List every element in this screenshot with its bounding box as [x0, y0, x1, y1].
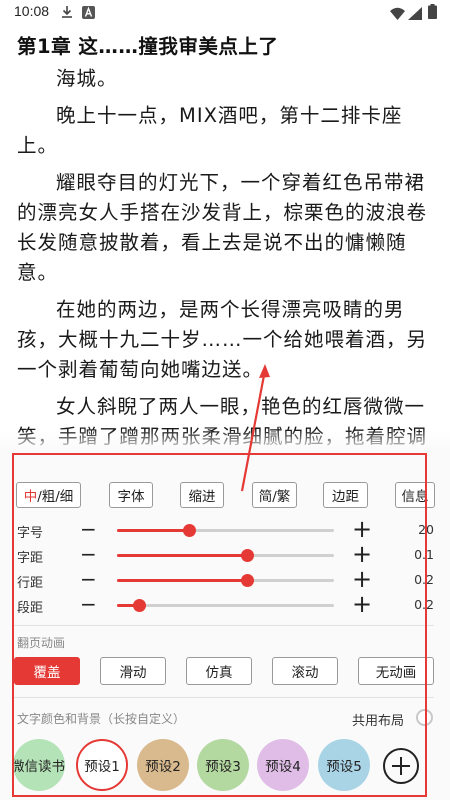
divider: [12, 625, 434, 626]
preset-label: 预设4: [265, 759, 301, 775]
slider-value: 0.2: [414, 572, 434, 587]
add-preset-button[interactable]: [383, 748, 419, 784]
divider: [12, 697, 434, 698]
anim-none-button[interactable]: 无动画: [358, 657, 434, 685]
preset-label: 预设3: [205, 759, 241, 775]
preset-3[interactable]: 预设3: [197, 739, 249, 791]
margin-button[interactable]: 边距: [323, 482, 368, 508]
paragraph-spacing-row: 段距 − + 0.2: [0, 592, 450, 617]
info-button[interactable]: 信息: [395, 482, 435, 508]
paragraph: 海城。: [56, 67, 118, 90]
preset-5[interactable]: 预设5: [318, 739, 370, 791]
font-size-increase-button[interactable]: +: [352, 517, 372, 541]
preset-label: 微信读书: [13, 759, 65, 775]
paragraph: 在她的两边，是两个长得漂亮吸睛的男孩，大概十九二十岁……一个给她喂着酒，另一个剥…: [17, 298, 428, 381]
letter-spacing-slider[interactable]: [117, 549, 334, 562]
line-spacing-slider[interactable]: [117, 574, 334, 587]
page-animation-label: 翻页动画: [17, 636, 66, 650]
font-size-row: 字号 − + 20: [0, 517, 450, 542]
line-spacing-row: 行距 − + 0.2: [0, 567, 450, 592]
font-weight-button[interactable]: 中/粗/细: [16, 482, 81, 508]
slider-value: 20: [418, 522, 434, 537]
anim-scroll-button[interactable]: 滚动: [272, 657, 338, 685]
letter-spacing-decrease-button[interactable]: −: [80, 544, 97, 564]
paragraph: 耀眼夺目的灯光下，一个穿着红色吊带裙的漂亮女人手搭在沙发背上，棕栗色的波浪卷长发…: [17, 171, 428, 284]
preset-label: 预设2: [145, 759, 181, 775]
font-size-decrease-button[interactable]: −: [80, 519, 97, 539]
paragraph: 晚上十一点，MIX酒吧，第十二排卡座上。: [17, 104, 403, 157]
preset-label: 预设1: [84, 759, 120, 775]
color-background-label: 文字颜色和背景（长按自定义）: [17, 712, 186, 726]
preset-wechat-read[interactable]: 微信读书: [13, 739, 65, 791]
slider-label: 字号: [17, 526, 44, 541]
reader-content[interactable]: 第1章 这……撞我审美点上了 海城。 晚上十一点，MIX酒吧，第十二排卡座上。 …: [0, 24, 450, 454]
slider-thumb[interactable]: [132, 599, 146, 612]
chapter-body: 海城。 晚上十一点，MIX酒吧，第十二排卡座上。 耀眼夺目的灯光下，一个穿着红色…: [17, 64, 439, 454]
slider-thumb[interactable]: [241, 574, 255, 587]
slider-thumb[interactable]: [182, 524, 196, 537]
font-weight-options: /粗/细: [37, 489, 74, 505]
page-animation-options: 覆盖 滑动 仿真 滚动 无动画: [0, 657, 450, 685]
chapter-title: 第1章 这……撞我审美点上了: [17, 35, 279, 58]
reading-settings-panel: 中/粗/细 字体 缩进 简/繁 边距 信息 字号 − + 20 字距 − + 0…: [0, 452, 450, 800]
shared-layout-label: 共用布局: [352, 714, 405, 729]
preset-4[interactable]: 预设4: [257, 739, 309, 791]
font-weight-selected: 中: [23, 489, 38, 505]
download-icon: [60, 4, 74, 23]
anim-simulation-button[interactable]: 仿真: [186, 657, 252, 685]
shared-layout-radio[interactable]: [416, 709, 433, 726]
paragraph-spacing-decrease-button[interactable]: −: [80, 594, 97, 614]
preset-2[interactable]: 预设2: [137, 739, 189, 791]
status-time: 10:08: [14, 3, 50, 19]
style-toolbar: 中/粗/细 字体 缩进 简/繁 边距 信息: [0, 482, 450, 508]
letter-spacing-row: 字距 − + 0.1: [0, 542, 450, 567]
a-badge-icon: [82, 4, 95, 23]
slider-value: 0.2: [414, 597, 434, 612]
slider-label: 段距: [17, 601, 44, 616]
signal-icon: [408, 5, 422, 24]
anim-slide-button[interactable]: 滑动: [100, 657, 166, 685]
status-bar: 10:08: [0, 0, 450, 24]
paragraph-spacing-slider[interactable]: [117, 599, 334, 612]
slider-value: 0.1: [414, 547, 434, 562]
indent-button[interactable]: 缩进: [180, 482, 224, 508]
line-spacing-increase-button[interactable]: +: [352, 567, 372, 591]
line-spacing-decrease-button[interactable]: −: [80, 569, 97, 589]
paragraph-spacing-increase-button[interactable]: +: [352, 592, 372, 616]
panel-fade: [0, 430, 450, 452]
slider-thumb[interactable]: [241, 549, 255, 562]
anim-cover-button[interactable]: 覆盖: [14, 657, 80, 685]
font-button[interactable]: 字体: [109, 482, 153, 508]
font-size-slider[interactable]: [117, 524, 334, 537]
slider-label: 行距: [17, 576, 44, 591]
letter-spacing-increase-button[interactable]: +: [352, 542, 372, 566]
battery-icon: [428, 4, 437, 23]
preset-1[interactable]: 预设1: [76, 739, 128, 791]
wifi-icon: [390, 5, 405, 24]
simplified-traditional-button[interactable]: 简/繁: [252, 482, 297, 508]
slider-label: 字距: [17, 551, 44, 566]
preset-label: 预设5: [326, 759, 362, 775]
